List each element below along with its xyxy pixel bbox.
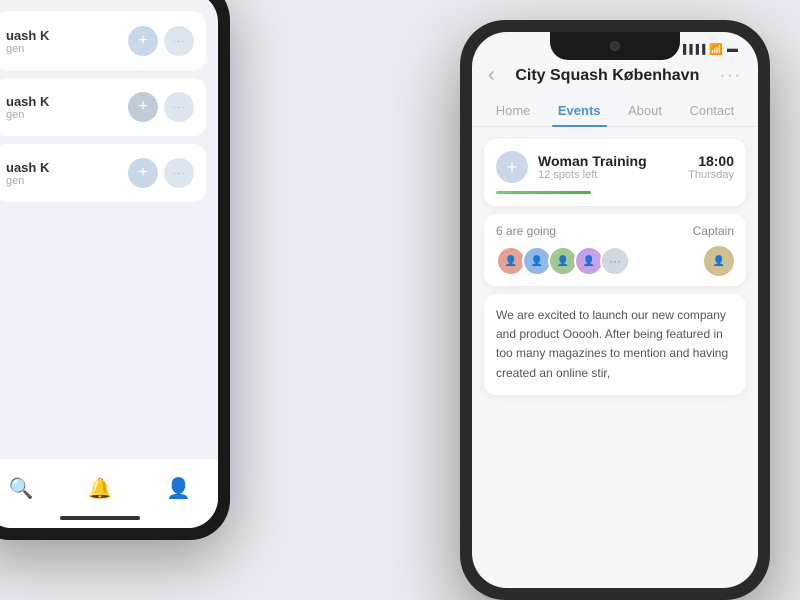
wifi-icon: 📶 [709,43,723,56]
phone-notch [550,32,680,60]
left-screen-content: uash K gen + ··· uash K gen + ··· [0,0,218,202]
tab-home[interactable]: Home [490,95,537,126]
tab-contact[interactable]: Contact [683,95,740,126]
list-item-2: uash K gen + ··· [0,78,206,136]
event-spots: 12 spots left [538,169,678,181]
description-section: We are excited to launch our new company… [484,294,746,395]
back-button[interactable]: ‹ [488,64,495,87]
item-actions-3: + ··· [128,158,194,188]
tab-about[interactable]: About [622,95,668,126]
event-day: Thursday [688,169,734,181]
avatars-row: 👤 👤 👤 👤 ··· 👤 [496,246,734,276]
captain-label: Captain [693,224,734,238]
item-info-3: uash K gen [6,160,49,187]
item-sub-1: gen [6,43,49,55]
item-sub-3: gen [6,175,49,187]
add-button-1[interactable]: + [128,26,158,56]
list-item-1: uash K gen + ··· [0,12,206,70]
search-nav-icon[interactable]: 🔍 [9,476,34,501]
tab-bar: Home Events About Contact [472,95,758,127]
event-header: + Woman Training 12 spots left 18:00 Thu… [496,151,734,183]
more-button-3[interactable]: ··· [164,158,194,188]
list-item-3: uash K gen + ··· [0,144,206,202]
event-name: Woman Training [538,153,678,169]
event-time-value: 18:00 [688,153,734,169]
going-section: 6 are going Captain 👤 👤 👤 👤 ··· 👤 [484,214,746,286]
avatar-captain: 👤 [704,246,734,276]
front-camera [610,41,620,51]
page-title: City Squash København [515,67,699,85]
app-header: ‹ City Squash København ··· [472,60,758,95]
battery-icon: ▬ [727,43,738,55]
going-count: 6 are going [496,224,556,238]
avatar-more[interactable]: ··· [600,246,630,276]
item-actions-1: + ··· [128,26,194,56]
item-info-1: uash K gen [6,28,49,55]
item-name-2: uash K [6,94,49,109]
item-sub-2: gen [6,109,49,121]
going-header: 6 are going Captain [496,224,734,238]
more-button-1[interactable]: ··· [164,26,194,56]
bell-nav-icon[interactable]: 🔔 [88,476,113,501]
event-info: Woman Training 12 spots left [538,153,678,181]
item-name-1: uash K [6,28,49,43]
description-text: We are excited to launch our new company… [496,306,734,383]
right-phone-screen: ▐▐▐▐ 📶 ▬ ‹ City Squash København ··· Hom… [472,32,758,588]
profile-nav-icon[interactable]: 👤 [166,476,191,501]
item-info-2: uash K gen [6,94,49,121]
event-time-block: 18:00 Thursday [688,153,734,181]
item-name-3: uash K [6,160,49,175]
item-actions-2: + ··· [128,92,194,122]
signal-icon: ▐▐▐▐ [680,44,706,54]
event-add-button[interactable]: + [496,151,528,183]
left-phone: uash K gen + ··· uash K gen + ··· [0,0,230,540]
more-options-button[interactable]: ··· [720,67,742,85]
progress-bar [496,191,591,194]
tab-events[interactable]: Events [552,95,607,126]
avatars-left: 👤 👤 👤 👤 ··· [496,246,626,276]
right-phone: ▐▐▐▐ 📶 ▬ ‹ City Squash København ··· Hom… [460,20,770,600]
left-phone-screen: uash K gen + ··· uash K gen + ··· [0,0,218,528]
more-button-2[interactable]: ··· [164,92,194,122]
add-button-3[interactable]: + [128,158,158,188]
add-button-2[interactable]: + [128,92,158,122]
event-card: + Woman Training 12 spots left 18:00 Thu… [484,139,746,206]
home-indicator-left [60,516,140,520]
